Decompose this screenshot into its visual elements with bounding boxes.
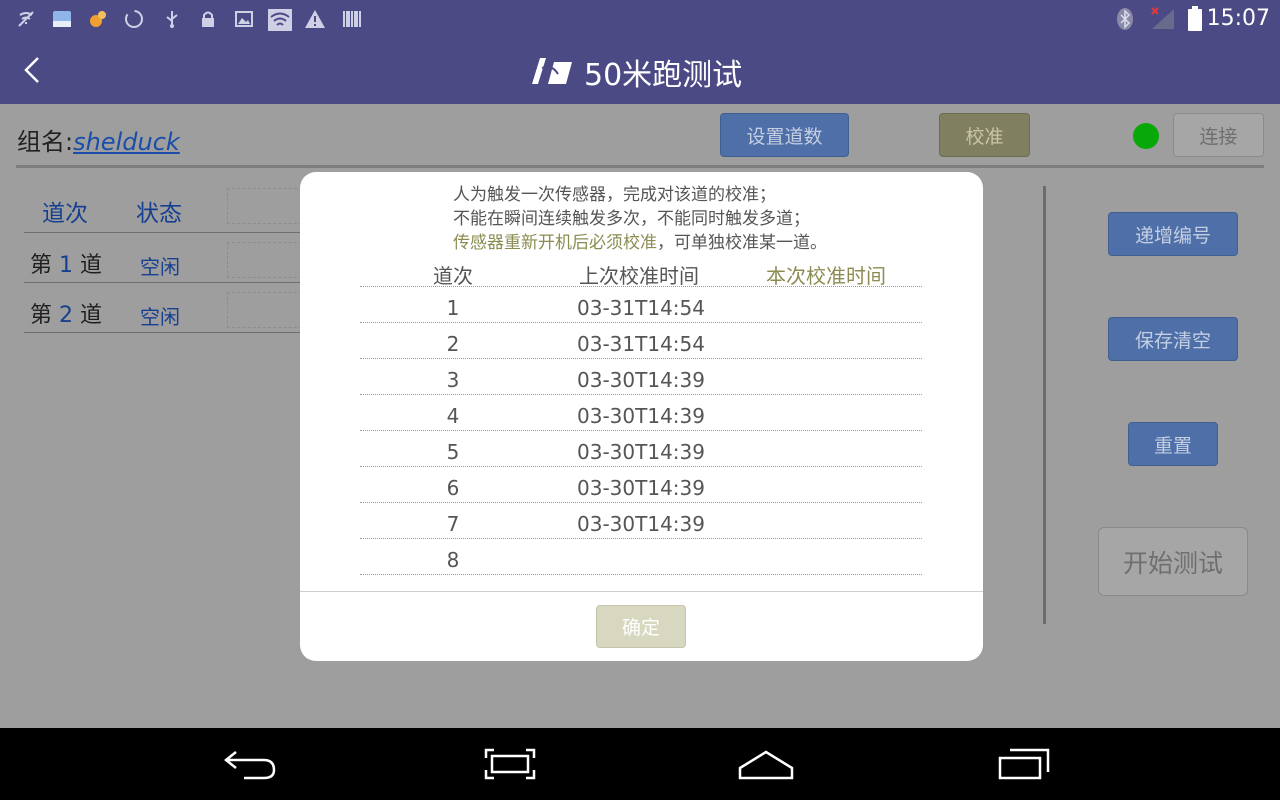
wireless-off-icon (18, 11, 34, 27)
save-clear-button[interactable]: 保存清空 (1108, 317, 1238, 361)
column-header-lane: 道次 (42, 201, 88, 227)
row-divider (24, 282, 304, 283)
table-divider (360, 358, 922, 359)
signal-icon (1151, 7, 1174, 29)
set-lanes-button[interactable]: 设置道数 (720, 113, 849, 157)
divider (16, 165, 1264, 168)
squirrel-icon (90, 11, 106, 27)
row-lane: 6 (446, 476, 460, 500)
battery-icon (1188, 6, 1202, 31)
lane-status: 空闲 (140, 305, 180, 329)
info-line-3: 传感器重新开机后必须校准，可单独校准某一道。 (453, 228, 827, 253)
row-last-time: 03-31T14:54 (577, 332, 705, 356)
barcode-icon (343, 11, 361, 27)
lane-label: 第 1 道 (30, 253, 103, 278)
row-lane: 8 (446, 548, 460, 572)
row-lane: 3 (446, 368, 460, 392)
group-name: 组名:shelduck (17, 122, 180, 157)
start-test-button[interactable]: 开始测试 (1098, 527, 1248, 596)
row-last-time: 03-30T14:39 (577, 440, 705, 464)
sync-icon (125, 10, 143, 28)
bluetooth-icon (1117, 8, 1133, 30)
connect-button[interactable]: 连接 (1173, 113, 1264, 157)
info-line-3-rest: ，可单独校准某一道。 (657, 233, 827, 253)
calibration-dialog: 人为触发一次传感器，完成对该道的校准； 不能在瞬间连续触发多次，不能同时触发多道… (300, 172, 983, 661)
row-last-time: 03-30T14:39 (577, 404, 705, 428)
warning-icon (305, 10, 325, 28)
row-last-time: 03-30T14:39 (577, 476, 705, 500)
navigation-bar (0, 728, 1280, 800)
usb-icon (166, 11, 178, 28)
dialog-footer-divider (300, 591, 983, 592)
info-warning-highlight: 传感器重新开机后必须校准 (453, 233, 657, 253)
input-cell[interactable] (227, 242, 307, 278)
group-name-value[interactable]: shelduck (73, 128, 180, 156)
row-lane: 2 (446, 332, 460, 356)
screenshot-icon[interactable] (482, 746, 538, 782)
table-divider (360, 574, 922, 575)
home-icon[interactable] (736, 746, 796, 782)
table-divider (360, 286, 922, 287)
info-line-1: 人为触发一次传感器，完成对该道的校准； (453, 185, 776, 205)
clock: 15:07 (1206, 6, 1270, 31)
info-line-2: 不能在瞬间连续触发多次，不能同时触发多道； (453, 209, 810, 229)
input-cell[interactable] (227, 292, 307, 328)
status-bar: 15:07 (0, 0, 1280, 38)
header-current-calibration: 本次校准时间 (766, 264, 886, 288)
vertical-divider (1043, 186, 1046, 624)
wifi-icon (268, 9, 292, 31)
row-last-time: 03-31T14:54 (577, 296, 705, 320)
table-divider (360, 502, 922, 503)
ok-button[interactable]: 确定 (596, 605, 686, 648)
back-icon[interactable] (222, 746, 278, 782)
table-divider (360, 394, 922, 395)
header-lane: 道次 (433, 264, 473, 288)
table-divider (360, 322, 922, 323)
gallery-icon (235, 11, 253, 27)
image-icon (53, 11, 71, 27)
row-lane: 5 (446, 440, 460, 464)
page-title: 50米跑测试 (584, 58, 743, 93)
lane-status: 空闲 (140, 255, 180, 279)
connection-status-indicator (1133, 123, 1159, 149)
increment-number-button[interactable]: 递增编号 (1108, 212, 1238, 256)
row-divider (24, 232, 304, 233)
row-lane: 4 (446, 404, 460, 428)
row-last-time: 03-30T14:39 (577, 512, 705, 536)
table-divider (360, 538, 922, 539)
row-divider (24, 332, 304, 333)
title-bar: 50米跑测试 (0, 38, 1280, 104)
row-last-time: 03-30T14:39 (577, 368, 705, 392)
input-cell[interactable] (227, 188, 307, 224)
column-header-status: 状态 (136, 201, 182, 227)
table-divider (360, 466, 922, 467)
row-lane: 7 (446, 512, 460, 536)
calibrate-button[interactable]: 校准 (939, 113, 1030, 157)
table-divider (360, 430, 922, 431)
app-logo (532, 58, 572, 84)
back-arrow-icon[interactable] (14, 50, 54, 90)
lane-label: 第 2 道 (30, 303, 103, 328)
header-last-calibration: 上次校准时间 (579, 264, 699, 288)
lock-icon (202, 11, 214, 27)
group-name-label: 组名: (17, 128, 74, 156)
reset-button[interactable]: 重置 (1128, 422, 1218, 466)
recents-icon[interactable] (996, 746, 1052, 782)
row-lane: 1 (446, 296, 460, 320)
